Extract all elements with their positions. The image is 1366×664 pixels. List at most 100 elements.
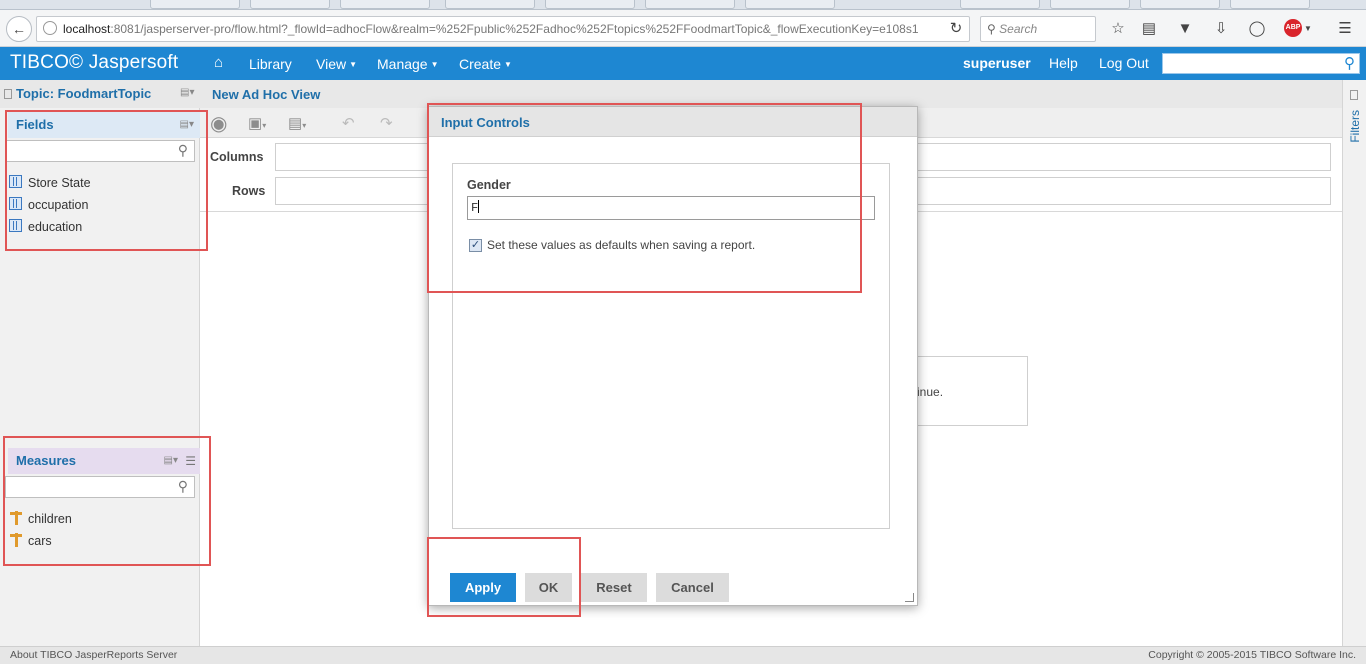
measure-icon — [9, 533, 23, 547]
apply-button[interactable]: Apply — [450, 573, 516, 602]
field-label: education — [28, 220, 83, 234]
fields-menu-icon[interactable]: ▤▾ — [180, 112, 194, 138]
address-bar[interactable]: localhost:8081/jasperserver-pro/flow.htm… — [36, 16, 970, 42]
gender-label: Gender — [467, 178, 511, 192]
copyright-text: Copyright © 2005-2015 TIBCO Software Inc… — [1148, 649, 1356, 661]
url-host: localhost — [63, 22, 111, 36]
field-icon — [9, 197, 22, 210]
chevron-down-icon: ▼ — [430, 60, 439, 69]
cancel-button[interactable]: Cancel — [656, 573, 729, 602]
browser-tab[interactable] — [960, 0, 1040, 9]
message-text: inue. — [917, 385, 944, 399]
fields-header: Fields ▤▾ — [8, 112, 200, 138]
reload-icon[interactable]: ↻ — [946, 18, 966, 38]
menu-create-label: Create — [459, 56, 502, 72]
back-button[interactable]: ← — [6, 16, 32, 42]
field-icon — [9, 175, 22, 188]
eye-icon[interactable]: ◉ — [210, 111, 227, 136]
measure-icon — [9, 511, 23, 525]
logout-link[interactable]: Log Out — [1099, 55, 1149, 71]
resize-grip-icon[interactable] — [905, 593, 914, 602]
ok-button[interactable]: OK — [525, 573, 572, 602]
gender-value: F — [471, 201, 479, 215]
hamburger-menu-icon[interactable]: ☰ — [1335, 18, 1355, 38]
search-icon[interactable]: ⚲ — [1344, 54, 1355, 73]
fields-search-input[interactable]: ⚲ — [5, 140, 195, 162]
menu-view-label: View — [316, 56, 347, 72]
chevron-down-icon: ▼ — [349, 60, 358, 69]
topic-menu-icon[interactable]: ▤▾ — [180, 87, 194, 98]
menu-library[interactable]: Library — [249, 56, 292, 72]
message-box: inue. — [910, 356, 1028, 426]
user-name[interactable]: superuser — [963, 55, 1031, 71]
download-icon[interactable]: ⇩ — [1211, 18, 1231, 38]
home-icon[interactable]: ⌂ — [214, 54, 223, 71]
app-banner: TIBCO© Jaspersoft ⌂ Library View ▼ Manage… — [0, 47, 1366, 80]
save-icon[interactable]: ▣▾ — [248, 114, 266, 132]
search-icon[interactable]: ⚲ — [178, 142, 188, 159]
defaults-checkbox[interactable]: ✓ — [469, 239, 482, 252]
back-arrow-icon: ← — [12, 21, 26, 37]
page-info-icon — [43, 21, 57, 35]
browser-tab[interactable] — [1230, 0, 1310, 9]
measure-label: cars — [28, 534, 52, 548]
field-label: occupation — [28, 198, 89, 212]
input-controls-dialog: Input Controls Gender F ✓ Set these valu… — [428, 106, 918, 606]
collapse-icon[interactable] — [4, 89, 12, 99]
reading-list-icon[interactable]: ▤ — [1139, 18, 1159, 38]
columns-label: Columns — [210, 150, 264, 164]
browser-tab[interactable] — [250, 0, 330, 9]
measures-header: Measures ▤▾ ☰ — [8, 448, 200, 474]
gender-input[interactable]: F — [467, 196, 875, 220]
browser-search-box[interactable]: ⚲ Search — [980, 16, 1096, 42]
menu-manage-label: Manage — [377, 56, 428, 72]
footer: About TIBCO JasperReports Server Copyrig… — [0, 646, 1366, 664]
browser-tab[interactable] — [340, 0, 430, 9]
browser-tab[interactable] — [150, 0, 240, 9]
menu-create[interactable]: Create ▼ — [459, 56, 512, 72]
measures-search-input[interactable]: ⚲ — [5, 476, 195, 498]
browser-tab-strip — [0, 0, 1366, 10]
browser-tab[interactable] — [1140, 0, 1220, 9]
topic-bar: Topic: FoodmartTopic ▤▾ — [0, 80, 200, 108]
adblock-badge: ABP — [1284, 19, 1303, 37]
measures-title: Measures — [16, 453, 76, 468]
pocket-icon[interactable]: ▼ — [1175, 18, 1195, 38]
reset-button[interactable]: Reset — [581, 573, 647, 602]
filters-label: Filters — [1348, 110, 1362, 143]
menu-manage[interactable]: Manage ▼ — [377, 56, 439, 72]
help-link[interactable]: Help — [1049, 55, 1078, 71]
undo-icon[interactable]: ↶ — [342, 114, 355, 132]
browser-nav-bar: ← localhost:8081/jasperserver-pro/flow.h… — [0, 10, 1366, 47]
export-icon[interactable]: ▤▾ — [288, 114, 306, 132]
search-icon[interactable]: ⚲ — [178, 478, 188, 495]
menu-view[interactable]: View ▼ — [316, 56, 357, 72]
about-link[interactable]: About TIBCO JasperReports Server — [10, 649, 177, 661]
menu-library-label: Library — [249, 56, 292, 72]
filters-sidebar[interactable]: Filters — [1342, 80, 1366, 646]
measures-menu-icon[interactable]: ▤▾ — [164, 448, 178, 474]
page-title: New Ad Hoc View — [212, 87, 321, 102]
adblock-icon[interactable]: ABP ▼ — [1283, 18, 1313, 38]
browser-tab[interactable] — [745, 0, 835, 9]
browser-tab[interactable] — [445, 0, 535, 9]
chat-bubble-icon[interactable]: ◯ — [1247, 18, 1267, 38]
jaspersoft-logo: TIBCO© Jaspersoft — [10, 52, 179, 73]
browser-search-placeholder: Search — [999, 22, 1038, 36]
list-view-icon[interactable]: ☰ — [185, 448, 196, 474]
browser-tab[interactable] — [645, 0, 735, 9]
search-icon: ⚲ — [987, 22, 996, 36]
chevron-down-icon: ▼ — [504, 60, 512, 69]
field-label: Store State — [28, 176, 91, 190]
topic-title: Topic: FoodmartTopic — [16, 86, 152, 101]
url-rest: :8081/jasperserver-pro/flow.html?_flowId… — [110, 22, 919, 36]
global-search-input[interactable]: ⚲ — [1162, 53, 1360, 74]
browser-tab[interactable] — [545, 0, 635, 9]
browser-tab[interactable] — [1050, 0, 1130, 9]
dialog-header[interactable]: Input Controls — [429, 107, 917, 137]
expand-icon[interactable] — [1350, 90, 1358, 100]
fields-title: Fields — [16, 117, 54, 132]
redo-icon[interactable]: ↷ — [380, 114, 393, 132]
bookmark-star-icon[interactable]: ☆ — [1108, 18, 1128, 38]
defaults-checkbox-label[interactable]: Set these values as defaults when saving… — [487, 238, 755, 252]
